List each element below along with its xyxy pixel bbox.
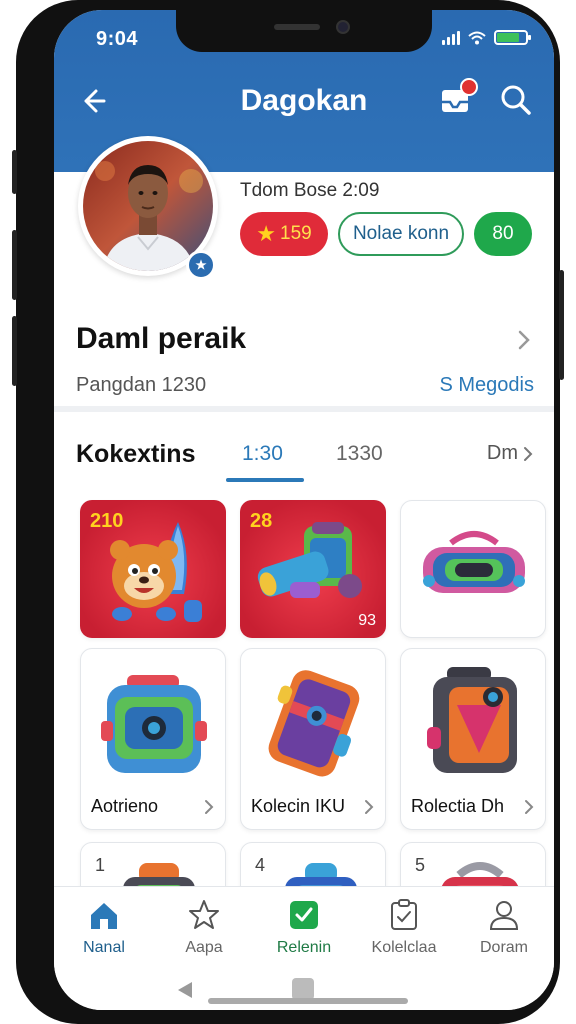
more-label: Dm xyxy=(486,442,518,464)
rating-value: 159 xyxy=(280,223,312,244)
chevron-right-icon[interactable] xyxy=(514,328,534,352)
verified-badge-icon xyxy=(186,250,216,280)
chevron-right-icon xyxy=(525,800,534,814)
volume-up-button xyxy=(12,230,17,300)
header-nav: Dagokan xyxy=(54,78,554,124)
nav-label: Kolelclaa xyxy=(371,939,437,956)
chevron-right-icon xyxy=(524,446,533,461)
section-divider xyxy=(54,406,554,412)
nav-label: Relenin xyxy=(276,939,332,956)
mute-switch xyxy=(12,150,17,194)
stat-chips: ★ 159 Nolae konn 80 xyxy=(240,212,532,256)
clipboard-icon xyxy=(391,899,417,930)
collection-card[interactable] xyxy=(400,500,546,638)
collection-card[interactable]: Kolecin IKU xyxy=(240,648,386,830)
signal-icon xyxy=(442,30,460,45)
toy-speaker-icon xyxy=(423,531,525,593)
screen: 9:04 Dagokan Tdom Bose 2:09 ★ 159 Nolae … xyxy=(54,10,554,1010)
tab-first[interactable]: 1:30 xyxy=(242,442,283,466)
toy-device-icon xyxy=(427,667,517,773)
battery-icon xyxy=(494,30,531,45)
system-home-icon[interactable] xyxy=(292,978,314,1000)
nav-item-profile[interactable]: Doram xyxy=(454,897,554,957)
card-number: 5 xyxy=(415,855,426,875)
star-icon: ★ xyxy=(256,221,277,246)
speaker xyxy=(274,24,320,30)
nav-label: Nanal xyxy=(83,939,125,956)
profile-link[interactable]: S Megodis xyxy=(440,374,535,397)
card-label: Aotrieno xyxy=(91,796,159,816)
follow-chip[interactable]: Nolae konn xyxy=(338,212,464,256)
search-icon[interactable] xyxy=(498,82,534,118)
card-number: 1 xyxy=(95,855,106,875)
system-back-icon[interactable] xyxy=(176,980,194,1000)
notification-badge xyxy=(460,78,478,96)
phone-frame: 9:04 Dagokan Tdom Bose 2:09 ★ 159 Nolae … xyxy=(12,0,564,1024)
system-nav-bar xyxy=(54,974,554,1010)
bear-rocket-icon xyxy=(110,522,202,622)
front-camera xyxy=(336,20,350,34)
collection-card[interactable]: Aotrieno xyxy=(80,648,226,830)
chevron-right-icon xyxy=(205,800,214,814)
nav-item-home[interactable]: Nanal xyxy=(54,897,154,957)
bottom-nav: Nanal Aapa Relenin Kolelclaa Doram xyxy=(54,886,554,974)
rating-chip[interactable]: ★ 159 xyxy=(240,212,328,256)
collection-card[interactable]: Rolectia Dh xyxy=(400,648,546,830)
card-label: Kolecin IKU xyxy=(251,796,346,816)
user-icon xyxy=(489,901,519,930)
card-label: Rolectia Dh xyxy=(411,796,505,816)
power-button xyxy=(559,270,564,380)
nav-item-star[interactable]: Aapa xyxy=(154,897,254,957)
card-number: 4 xyxy=(255,855,266,875)
score-chip[interactable]: 80 xyxy=(474,212,532,256)
nav-label: Doram xyxy=(479,939,528,956)
chevron-right-icon xyxy=(365,800,374,814)
profile-subtitle: Pangdan 1230 xyxy=(76,374,207,396)
star-icon xyxy=(189,900,219,929)
toy-cannon-icon xyxy=(257,522,362,598)
toy-block-icon xyxy=(268,670,360,777)
profile-card: Tdom Bose 2:09 ★ 159 Nolae konn 80 Daml … xyxy=(54,136,554,408)
home-icon xyxy=(91,903,117,929)
page-title: Dagokan xyxy=(240,84,368,117)
status-icons xyxy=(442,30,531,45)
volume-down-button xyxy=(12,316,17,386)
active-tab-indicator xyxy=(226,478,304,482)
section-title: Kokextins xyxy=(76,440,196,468)
wifi-icon xyxy=(468,31,486,45)
nav-label: Aapa xyxy=(185,939,223,956)
more-link[interactable]: Dm xyxy=(487,442,534,465)
nav-item-check[interactable]: Relenin xyxy=(254,897,354,957)
home-indicator[interactable] xyxy=(208,998,408,1004)
check-square-icon xyxy=(290,901,318,929)
notch xyxy=(176,10,432,52)
team-base-text: Tdom Bose 2:09 xyxy=(240,180,380,201)
toy-camera-icon xyxy=(101,675,207,773)
status-time: 9:04 xyxy=(96,28,139,50)
nav-item-clipboard[interactable]: Kolelclaa xyxy=(354,897,454,957)
tab-second[interactable]: 1330 xyxy=(336,442,383,466)
collection-tabs: Kokextins 1:30 1330 Dm xyxy=(54,422,554,484)
collection-card[interactable]: 28 93 xyxy=(240,500,386,638)
profile-name[interactable]: Daml peraik xyxy=(76,322,246,356)
collection-card[interactable]: 210 xyxy=(80,500,226,638)
card-count: 93 xyxy=(358,612,376,629)
